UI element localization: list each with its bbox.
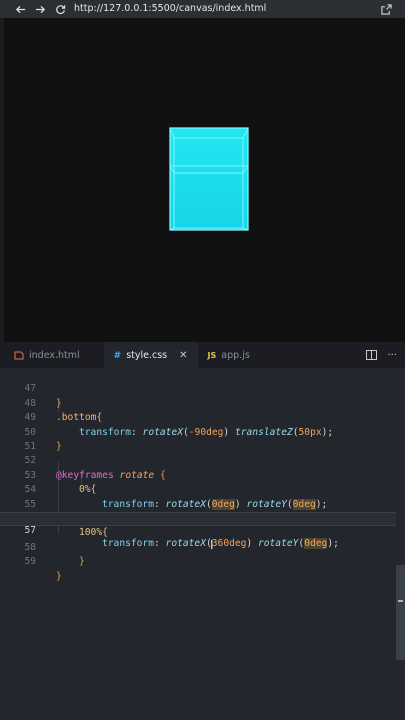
reload-button[interactable] xyxy=(52,1,68,17)
arrow-right-icon xyxy=(35,5,45,13)
code-line: 53 0%{ xyxy=(24,469,97,496)
more-actions-icon[interactable]: ··· xyxy=(387,350,397,361)
css-icon: # xyxy=(113,350,122,361)
tab-label: style.css xyxy=(126,350,168,361)
tab-label: app.js xyxy=(221,349,250,361)
text-cursor-icon: I xyxy=(210,538,214,552)
forward-button[interactable] xyxy=(32,1,48,17)
editor-tab-bar: index.html # style.css ✕ JS app.js ··· xyxy=(0,342,405,368)
open-external-button[interactable] xyxy=(379,2,393,16)
close-tab-button[interactable]: ✕ xyxy=(179,350,187,361)
js-icon: JS xyxy=(207,350,217,360)
vertical-scrollbar[interactable] xyxy=(396,565,405,660)
code-line: 49 transform: rotateX(-90deg) translateZ… xyxy=(0,397,396,437)
code-line: 50 } xyxy=(24,426,62,452)
code-line: 59 } xyxy=(24,556,62,582)
code-line: 55 } xyxy=(0,483,396,524)
code-line: 52 @keyframes rotate { xyxy=(0,440,396,480)
code-line: 51 xyxy=(24,441,36,452)
tab-style-css[interactable]: # style.css ✕ xyxy=(103,342,198,368)
code-line: 54 transform: rotateX(0deg) rotateY(0deg… xyxy=(0,469,396,510)
back-button[interactable] xyxy=(12,1,28,17)
arrow-left-icon xyxy=(15,5,25,13)
reload-icon xyxy=(55,4,65,14)
open-external-icon xyxy=(380,3,392,15)
tab-index-html[interactable]: index.html xyxy=(0,342,90,368)
address-bar[interactable]: http://127.0.0.1:5500/canvas/index.html xyxy=(74,0,266,18)
code-line: 47 } xyxy=(24,383,62,409)
code-line: 48 .bottom{ xyxy=(24,397,103,424)
code-line-current: 57 transform: rotateX(360deg) rotateY(0d… xyxy=(0,512,396,549)
browser-toolbar: http://127.0.0.1:5500/canvas/index.html xyxy=(0,0,405,18)
tab-app-js[interactable]: JS app.js xyxy=(198,342,260,368)
tab-label: index.html xyxy=(29,349,80,361)
rotating-cube xyxy=(169,127,249,231)
html-icon xyxy=(14,351,24,359)
code-text: } xyxy=(56,570,62,582)
scrollbar-position-marker xyxy=(398,600,403,602)
code-text: } xyxy=(79,556,85,568)
canvas-preview xyxy=(0,18,405,342)
code-editor[interactable]: 47 } 48 .bottom{ 49 transform: rotateX(-… xyxy=(0,368,405,720)
code-line: 56 100%{ xyxy=(0,498,396,538)
code-line: 58 } xyxy=(24,541,85,568)
split-editor-icon[interactable] xyxy=(366,350,378,360)
